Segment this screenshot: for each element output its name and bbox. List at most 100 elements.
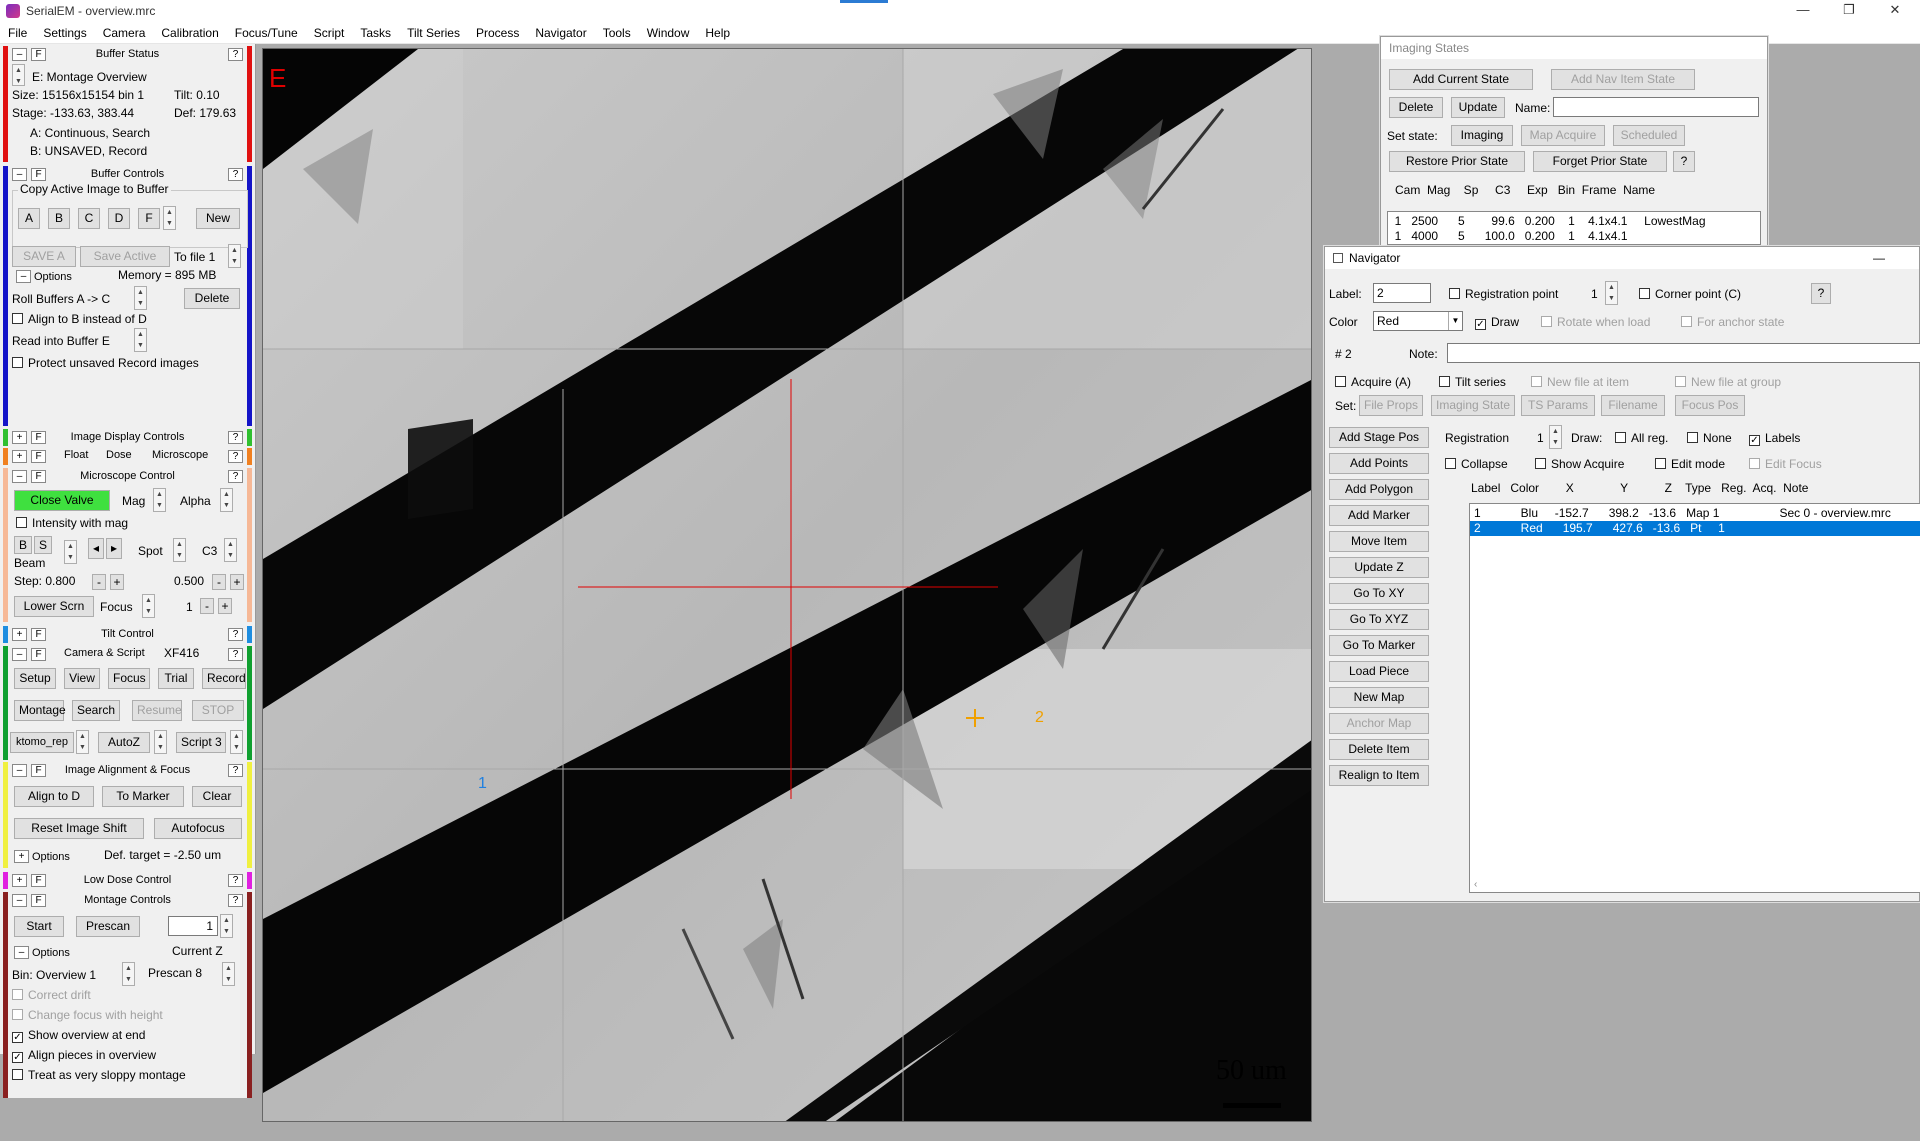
show-acquire-checkbox[interactable]: Show Acquire: [1535, 457, 1624, 471]
autofocus-button[interactable]: Autofocus: [154, 818, 242, 839]
reset-image-shift-button[interactable]: Reset Image Shift: [14, 818, 144, 839]
collapse-button[interactable]: –: [12, 763, 27, 777]
float-button[interactable]: F: [31, 893, 46, 907]
delete-buffer-button[interactable]: Delete: [184, 288, 240, 309]
collapse-button[interactable]: –: [12, 647, 27, 661]
intensity-with-mag-checkbox[interactable]: Intensity with mag: [16, 516, 128, 530]
script3-button[interactable]: Script 3: [176, 732, 226, 753]
menu-camera[interactable]: Camera: [95, 26, 154, 40]
to-marker-button[interactable]: To Marker: [102, 786, 184, 807]
corner-point-checkbox[interactable]: Corner point (C): [1639, 287, 1741, 301]
protect-checkbox[interactable]: Protect unsaved Record images: [12, 356, 199, 370]
help-button[interactable]: ?: [228, 873, 243, 887]
collapse-button[interactable]: –: [12, 167, 27, 181]
collapse-button[interactable]: –: [12, 47, 27, 61]
help-button[interactable]: ?: [228, 763, 243, 777]
collapse-checkbox[interactable]: Collapse: [1445, 457, 1508, 471]
load-piece-button[interactable]: Load Piece: [1329, 661, 1429, 682]
scroll-left-icon[interactable]: ‹: [1474, 879, 1477, 890]
add-stage-pos-button[interactable]: Add Stage Pos: [1329, 427, 1429, 448]
script-select-spinner[interactable]: ▲ ▼: [76, 730, 89, 754]
nav-point-label-1[interactable]: 1: [478, 775, 487, 793]
forget-prior-state-button[interactable]: Forget Prior State: [1533, 151, 1667, 172]
imaging-state-button[interactable]: Imaging: [1451, 125, 1513, 146]
expand-button[interactable]: +: [12, 430, 27, 444]
script-select-button[interactable]: ktomo_rep: [10, 732, 74, 753]
align-to-d-button[interactable]: Align to D: [14, 786, 94, 807]
menu-tools[interactable]: Tools: [595, 26, 639, 40]
c3-spinner[interactable]: ▲ ▼: [224, 538, 237, 562]
resume-button[interactable]: Resume: [132, 700, 182, 721]
buffer-spinner[interactable]: ▲ ▼: [12, 64, 25, 86]
current-z-spinner[interactable]: ▲ ▼: [220, 914, 233, 938]
spot-spinner[interactable]: ▲ ▼: [173, 538, 186, 562]
scheduled-button[interactable]: Scheduled: [1613, 125, 1685, 146]
edit-focus-checkbox[interactable]: Edit Focus: [1749, 457, 1822, 471]
lower-screen-button[interactable]: Lower Scrn: [14, 596, 94, 617]
delete-state-button[interactable]: Delete: [1389, 97, 1443, 118]
float-button[interactable]: F: [31, 449, 46, 463]
help-button[interactable]: ?: [228, 647, 243, 661]
registration-point-spinner[interactable]: ▲ ▼: [1605, 281, 1618, 305]
state-row[interactable]: 1 2500 5 99.6 0.200 1 4.1x4.1 LowestMag: [1388, 214, 1760, 229]
save-a-button[interactable]: SAVE A: [12, 246, 76, 267]
copy-to-d-button[interactable]: D: [108, 208, 130, 229]
realign-to-item-button[interactable]: Realign to Item: [1329, 765, 1429, 786]
float-tab[interactable]: Float: [64, 449, 88, 461]
go-to-xy-button[interactable]: Go To XY: [1329, 583, 1429, 604]
copy-to-f-button[interactable]: F: [138, 208, 160, 229]
states-list[interactable]: 1 2500 5 99.6 0.200 1 4.1x4.1 LowestMag …: [1387, 211, 1761, 245]
new-file-group-checkbox[interactable]: New file at group: [1675, 375, 1781, 389]
beam-right-button[interactable]: ▸: [106, 538, 122, 559]
color-select[interactable]: Red ▼: [1373, 311, 1463, 331]
menu-tilt-series[interactable]: Tilt Series: [399, 26, 468, 40]
close-valve-button[interactable]: Close Valve: [14, 490, 110, 511]
float-button[interactable]: F: [31, 47, 46, 61]
nav-point-label-2[interactable]: 2: [1035, 709, 1044, 727]
add-current-state-button[interactable]: Add Current State: [1389, 69, 1533, 90]
focus-plus-button[interactable]: +: [218, 598, 232, 614]
states-help-button[interactable]: ?: [1673, 151, 1695, 172]
help-button[interactable]: ?: [228, 469, 243, 483]
update-state-button[interactable]: Update: [1451, 97, 1505, 118]
state-row[interactable]: 1 4000 5 100.0 0.200 1 4.1x4.1: [1388, 229, 1760, 244]
menu-settings[interactable]: Settings: [35, 26, 94, 40]
help-button[interactable]: ?: [228, 430, 243, 444]
read-into-spinner[interactable]: ▲ ▼: [134, 328, 147, 352]
correct-drift-checkbox[interactable]: Correct drift: [12, 988, 91, 1002]
menu-calibration[interactable]: Calibration: [153, 26, 226, 40]
show-overview-checkbox[interactable]: ✓ Show overview at end: [12, 1028, 145, 1043]
focus-button[interactable]: Focus: [108, 668, 150, 689]
menu-file[interactable]: File: [0, 26, 35, 40]
current-z-input[interactable]: 1: [168, 916, 218, 936]
add-marker-button[interactable]: Add Marker: [1329, 505, 1429, 526]
menu-focus-tune[interactable]: Focus/Tune: [227, 26, 306, 40]
start-montage-button[interactable]: Start: [14, 916, 64, 937]
acquire-checkbox[interactable]: Acquire (A): [1335, 375, 1411, 389]
new-file-item-checkbox[interactable]: New file at item: [1531, 375, 1629, 389]
edit-mode-checkbox[interactable]: Edit mode: [1655, 457, 1725, 471]
close-button[interactable]: ✕: [1872, 0, 1918, 22]
restore-prior-state-button[interactable]: Restore Prior State: [1389, 151, 1525, 172]
restore-button[interactable]: ❐: [1826, 0, 1872, 22]
beam-b-button[interactable]: B: [14, 536, 32, 554]
menu-navigator[interactable]: Navigator: [527, 26, 594, 40]
nav-item-row-selected[interactable]: 2 Red 195.7 427.6 -13.6 Pt 1: [1470, 521, 1920, 536]
move-item-button[interactable]: Move Item: [1329, 531, 1429, 552]
step2-minus-button[interactable]: -: [212, 574, 226, 590]
beam-left-button[interactable]: ◂: [88, 538, 104, 559]
float-button[interactable]: F: [31, 873, 46, 887]
step-minus-button[interactable]: -: [92, 574, 106, 590]
note-input[interactable]: [1447, 343, 1920, 363]
focus-minus-button[interactable]: -: [200, 598, 214, 614]
prescan-bin-spinner[interactable]: ▲ ▼: [222, 962, 235, 986]
imaging-state-set-button[interactable]: Imaging State: [1431, 395, 1515, 416]
help-button[interactable]: ?: [228, 167, 243, 181]
registration-spinner[interactable]: ▲ ▼: [1549, 425, 1562, 449]
float-button[interactable]: F: [31, 469, 46, 483]
montage-button[interactable]: Montage: [14, 700, 66, 721]
menu-window[interactable]: Window: [639, 26, 698, 40]
go-to-xyz-button[interactable]: Go To XYZ: [1329, 609, 1429, 630]
save-active-button[interactable]: Save Active: [80, 246, 170, 267]
step2-plus-button[interactable]: +: [230, 574, 244, 590]
